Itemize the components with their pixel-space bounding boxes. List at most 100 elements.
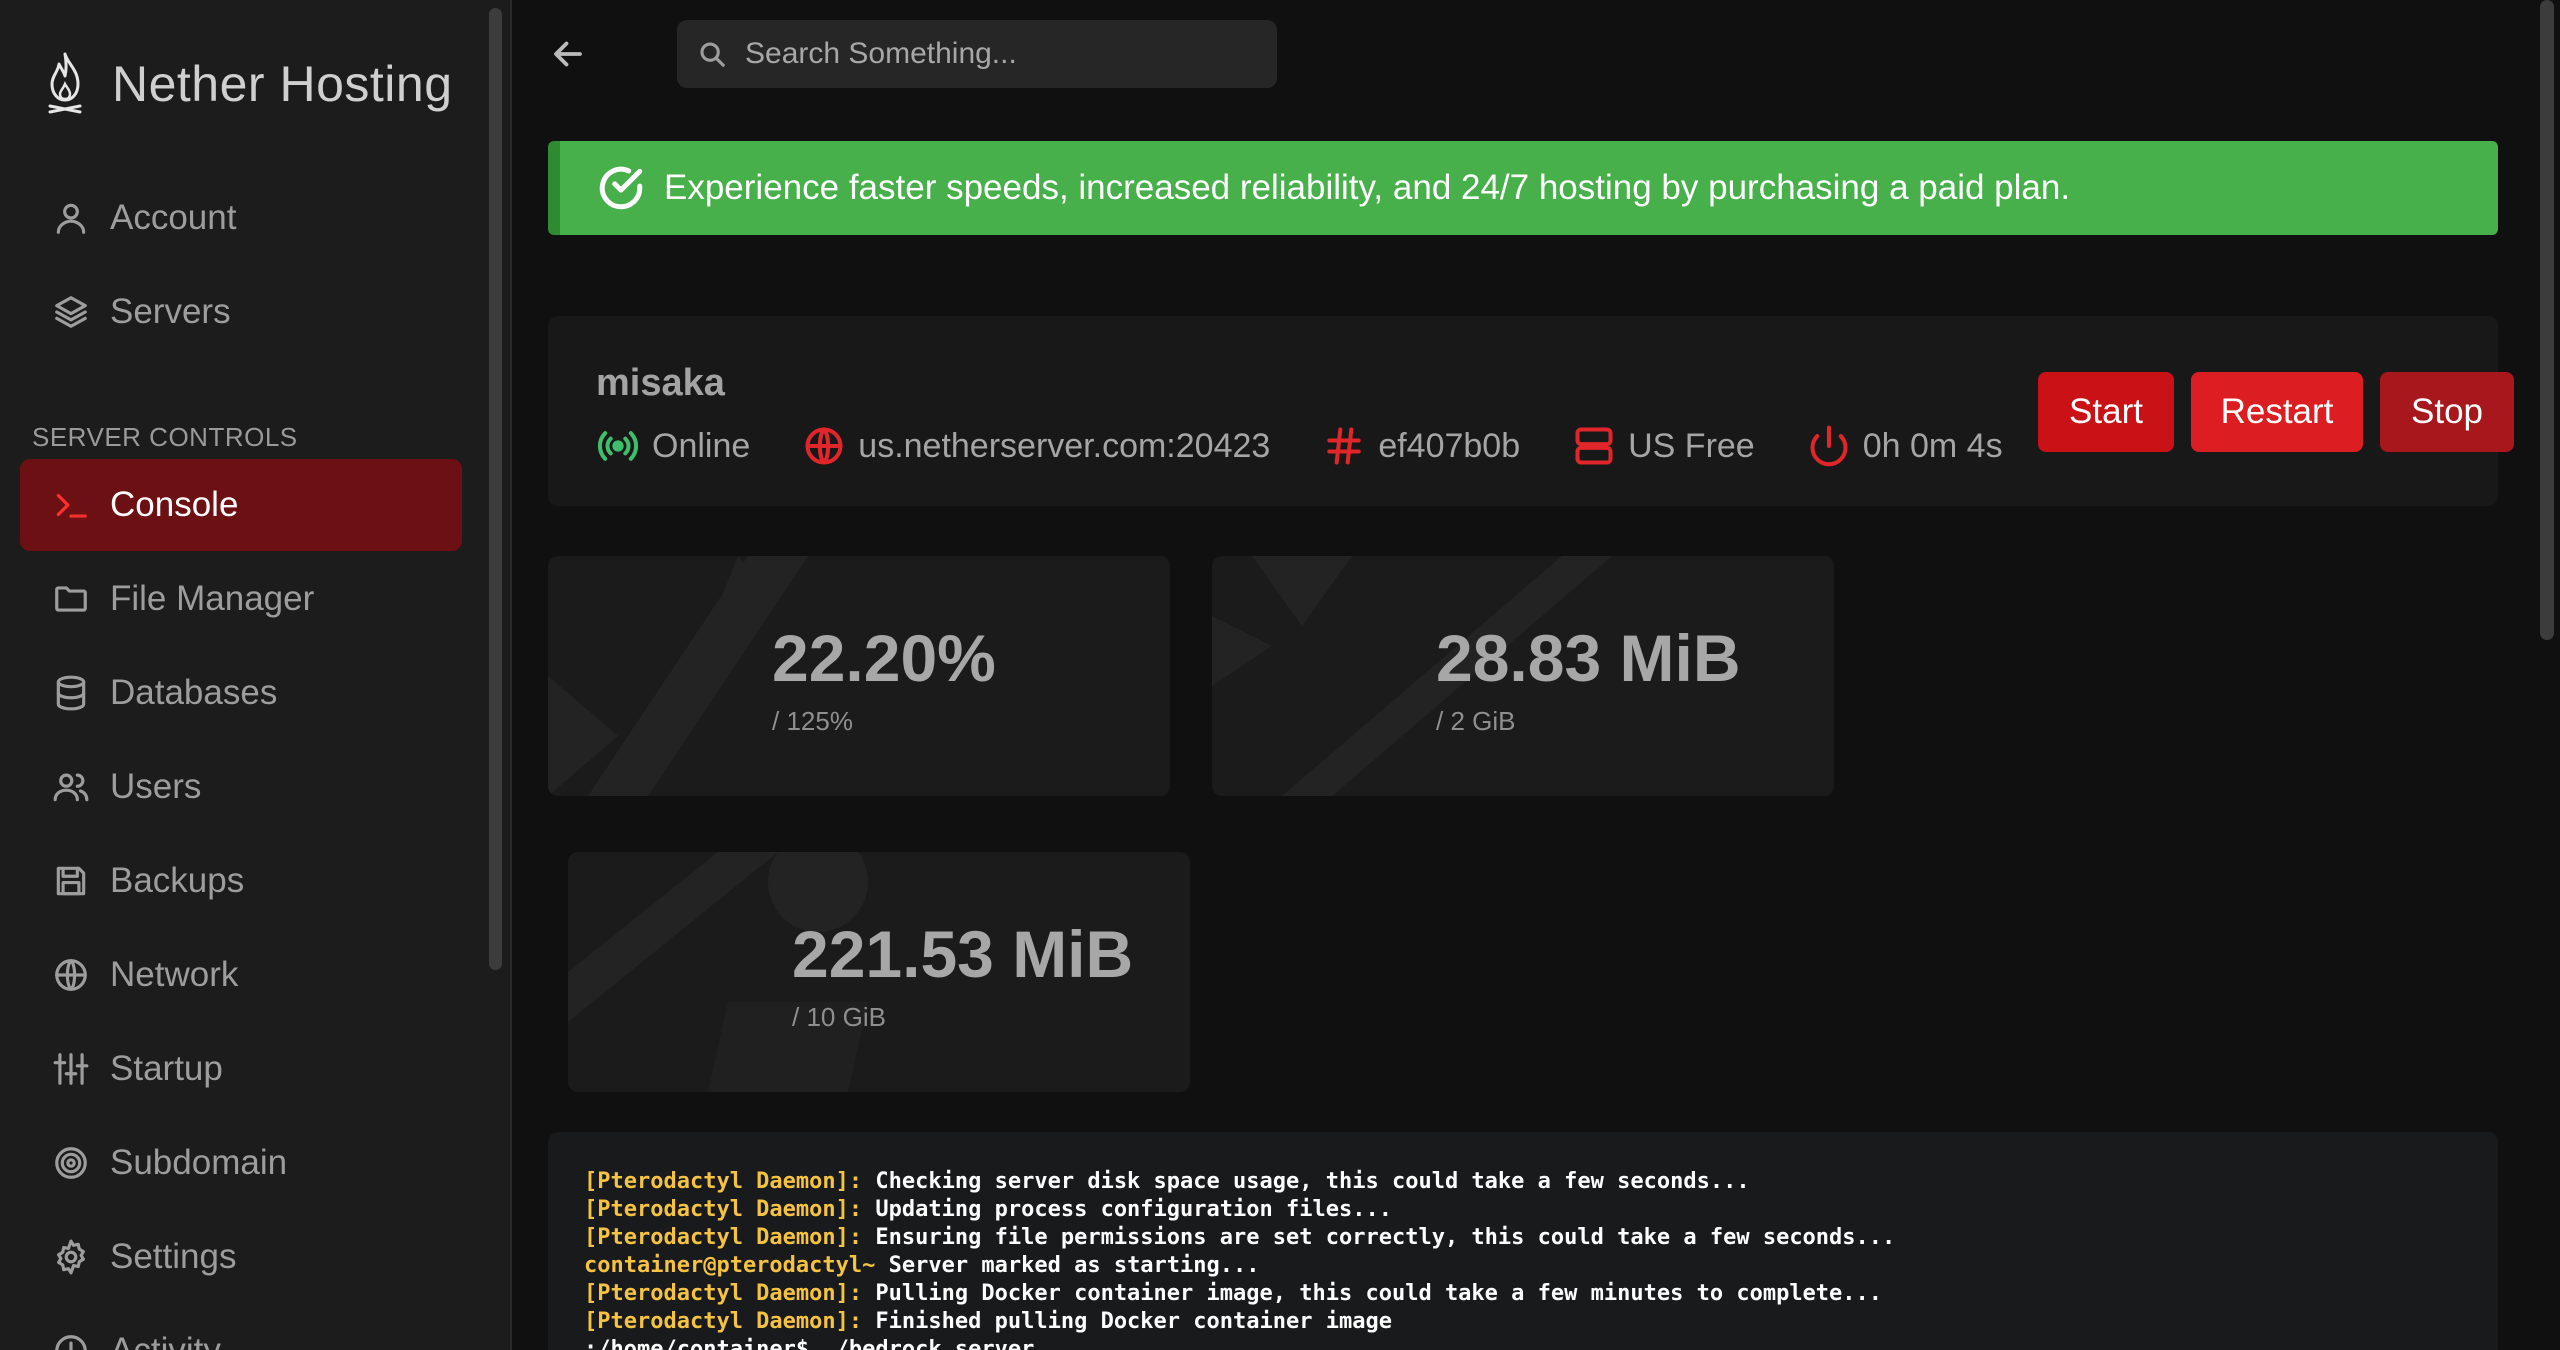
layers-icon: [55, 296, 87, 328]
console-text: Checking server disk space usage, this c…: [862, 1169, 1750, 1194]
start-button[interactable]: Start: [2038, 372, 2174, 452]
console-line: [Pterodactyl Daemon]: Finished pulling D…: [584, 1308, 2462, 1336]
console-prefix: [Pterodactyl Daemon]:: [584, 1225, 863, 1250]
globe-icon: [805, 427, 843, 465]
database-icon: [56, 675, 86, 711]
sidebar-item-startup[interactable]: Startup: [20, 1023, 462, 1115]
brand[interactable]: Nether Hosting: [42, 50, 453, 118]
users-icon: [53, 773, 89, 802]
sidebar-item-label: Activity: [110, 1331, 221, 1350]
sidebar-scrollbar[interactable]: [489, 8, 502, 970]
stop-button[interactable]: Stop: [2380, 372, 2514, 452]
hash-icon: [1327, 427, 1361, 465]
folder-icon: [55, 586, 87, 612]
console-output[interactable]: [Pterodactyl Daemon]: Checking server di…: [548, 1132, 2498, 1350]
search-icon: [700, 42, 725, 67]
sidebar-item-label: Backups: [110, 861, 245, 900]
sidebar-item-network[interactable]: Network: [20, 929, 462, 1021]
sidebar-item-subdomain[interactable]: Subdomain: [20, 1117, 462, 1209]
sidebar-item-settings[interactable]: Settings: [20, 1211, 462, 1303]
signal-icon: [597, 431, 639, 461]
memory-limit: / 2 GiB: [1436, 706, 1516, 736]
sidebar-item-file-manager[interactable]: File Manager: [20, 553, 462, 645]
console-line: [Pterodactyl Daemon]: Updating process c…: [584, 1196, 2462, 1224]
console-text: Ensuring file permissions are set correc…: [862, 1225, 1896, 1250]
terminal-icon: [56, 493, 87, 518]
console-text: :/home/container$ ./bedrock_server: [584, 1337, 1035, 1350]
node-item: US Free: [1572, 424, 1755, 468]
disk-limit: / 10 GiB: [792, 1002, 886, 1032]
sliders-icon: [53, 1053, 89, 1085]
console-prefix: [Pterodactyl Daemon]:: [584, 1309, 863, 1334]
activity-icon: [55, 1335, 87, 1350]
node-text: US Free: [1628, 426, 1755, 465]
console-line: [Pterodactyl Daemon]: Ensuring file perm…: [584, 1224, 2462, 1252]
search-bar[interactable]: [677, 20, 1277, 88]
cpu-limit: / 125%: [772, 706, 853, 736]
memory-value: 28.83 MiB: [1436, 621, 1741, 695]
server-icon: [1575, 427, 1613, 465]
sidebar-item-console[interactable]: Console: [20, 459, 462, 551]
upgrade-banner: Experience faster speeds, increased reli…: [548, 141, 2498, 235]
console-prefix: [Pterodactyl Daemon]:: [584, 1169, 863, 1194]
user-icon: [56, 203, 86, 234]
flame-logo-icon: [48, 52, 82, 114]
console-line: [Pterodactyl Daemon]: Checking server di…: [584, 1168, 2462, 1196]
gear-icon: [57, 1239, 85, 1275]
brand-name: Nether Hosting: [112, 56, 453, 112]
console-text: Server marked as starting...: [875, 1253, 1260, 1278]
main-scrollbar[interactable]: [2540, 0, 2554, 640]
banner-text: Experience faster speeds, increased reli…: [664, 168, 2071, 207]
main-content: Experience faster speeds, increased reli…: [514, 0, 2560, 1350]
server-info-card: misaka Online us.netherserver.com:20423: [548, 316, 2514, 506]
sidebar-item-backups[interactable]: Backups: [20, 835, 462, 927]
address-text: us.netherserver.com:20423: [858, 426, 1271, 465]
sidebar-item-users[interactable]: Users: [20, 741, 462, 833]
sidebar-item-servers[interactable]: Servers: [20, 266, 462, 358]
status-text: Online: [652, 426, 751, 465]
sidebar-item-label: Servers: [110, 292, 231, 331]
console-text: Finished pulling Docker container image: [862, 1309, 1392, 1334]
console-line: container@pterodactyl~ Server marked as …: [584, 1252, 2462, 1280]
console-line: :/home/container$ ./bedrock_server: [584, 1336, 2462, 1350]
sidebar-item-label: File Manager: [110, 579, 315, 618]
restart-button[interactable]: Restart: [2191, 372, 2363, 452]
server-id-text: ef407b0b: [1378, 426, 1521, 465]
memory-stat-card: 28.83 MiB / 2 GiB: [1212, 556, 1834, 796]
uptime-item: 0h 0m 4s: [1807, 424, 2003, 468]
cpu-stat-card: 22.20% / 125%: [548, 556, 1170, 796]
sidebar-item-account[interactable]: Account: [20, 172, 462, 264]
address-item[interactable]: us.netherserver.com:20423: [802, 424, 1270, 468]
sidebar-item-label: Settings: [110, 1237, 237, 1276]
cpu-value: 22.20%: [772, 621, 996, 695]
sidebar-item-label: Databases: [110, 673, 278, 712]
console-line: [Pterodactyl Daemon]: Pulling Docker con…: [584, 1280, 2462, 1308]
disk-value: 221.53 MiB: [792, 917, 1134, 991]
uptime-text: 0h 0m 4s: [1862, 426, 2003, 465]
sidebar: Nether Hosting Account Servers SERVER CO…: [0, 0, 512, 1350]
search-input[interactable]: [745, 37, 1265, 71]
sidebar-item-label: Subdomain: [110, 1143, 288, 1182]
server-name: misaka: [596, 362, 725, 404]
sidebar-item-activity[interactable]: Activity: [20, 1305, 462, 1350]
check-circle-icon: [599, 166, 643, 210]
sidebar-item-databases[interactable]: Databases: [20, 647, 462, 739]
app-root: Nether Hosting Account Servers SERVER CO…: [0, 0, 2560, 1350]
server-info-row: Online us.netherserver.com:20423 ef407b0…: [596, 420, 2055, 472]
sidebar-item-label: Console: [110, 485, 239, 524]
console-prefix: [Pterodactyl Daemon]:: [584, 1197, 863, 1222]
server-id-item: ef407b0b: [1322, 424, 1520, 468]
back-button[interactable]: [550, 36, 590, 72]
sidebar-item-label: Startup: [110, 1049, 223, 1088]
sidebar-item-label: Network: [110, 955, 239, 994]
globe-icon: [55, 959, 87, 991]
target-icon: [55, 1147, 87, 1179]
status-item: Online: [596, 424, 750, 468]
console-prefix: container@pterodactyl~: [584, 1253, 876, 1278]
console-text: Pulling Docker container image, this cou…: [862, 1281, 1883, 1306]
console-text: Updating process configuration files...: [862, 1197, 1392, 1222]
power-icon: [1810, 425, 1848, 467]
sidebar-item-label: Users: [110, 767, 202, 806]
arrow-left-icon: [554, 41, 582, 67]
sidebar-item-label: Account: [110, 198, 237, 237]
